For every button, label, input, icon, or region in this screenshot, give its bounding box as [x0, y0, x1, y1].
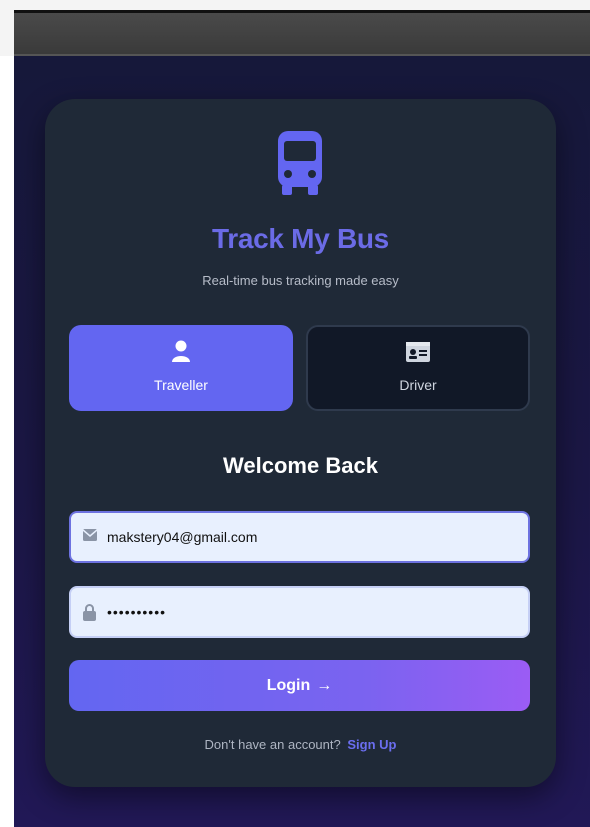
- email-field: [69, 511, 530, 563]
- login-button[interactable]: Login →: [69, 660, 530, 711]
- role-traveller-label: Traveller: [154, 377, 208, 393]
- browser-top-bar: [0, 0, 590, 56]
- lock-icon: [83, 604, 96, 621]
- role-driver-label: Driver: [399, 377, 437, 393]
- user-icon: [172, 340, 190, 362]
- signup-row: Don't have an account? Sign Up: [45, 737, 556, 752]
- app-title: Track My Bus: [212, 223, 389, 254]
- signup-prompt: Don't have an account?: [204, 737, 341, 752]
- role-driver-button[interactable]: Driver: [306, 325, 530, 411]
- arrow-right-icon: →: [316, 676, 333, 694]
- password-field: [69, 586, 530, 638]
- login-card: Track My Bus Real-time bus tracking made…: [45, 99, 556, 787]
- envelope-icon: [83, 529, 97, 541]
- signup-link[interactable]: Sign Up: [347, 737, 396, 752]
- form-heading: Welcome Back: [223, 453, 378, 478]
- app-tagline: Real-time bus tracking made easy: [202, 273, 399, 288]
- role-traveller-button[interactable]: Traveller: [69, 325, 293, 411]
- page-background: Track My Bus Real-time bus tracking made…: [14, 56, 590, 827]
- email-input[interactable]: [107, 513, 517, 561]
- id-card-icon: [406, 342, 430, 362]
- browser-toolbar: [14, 10, 590, 56]
- login-label: Login: [266, 676, 311, 694]
- bus-icon: [278, 131, 322, 195]
- password-input[interactable]: [107, 588, 517, 636]
